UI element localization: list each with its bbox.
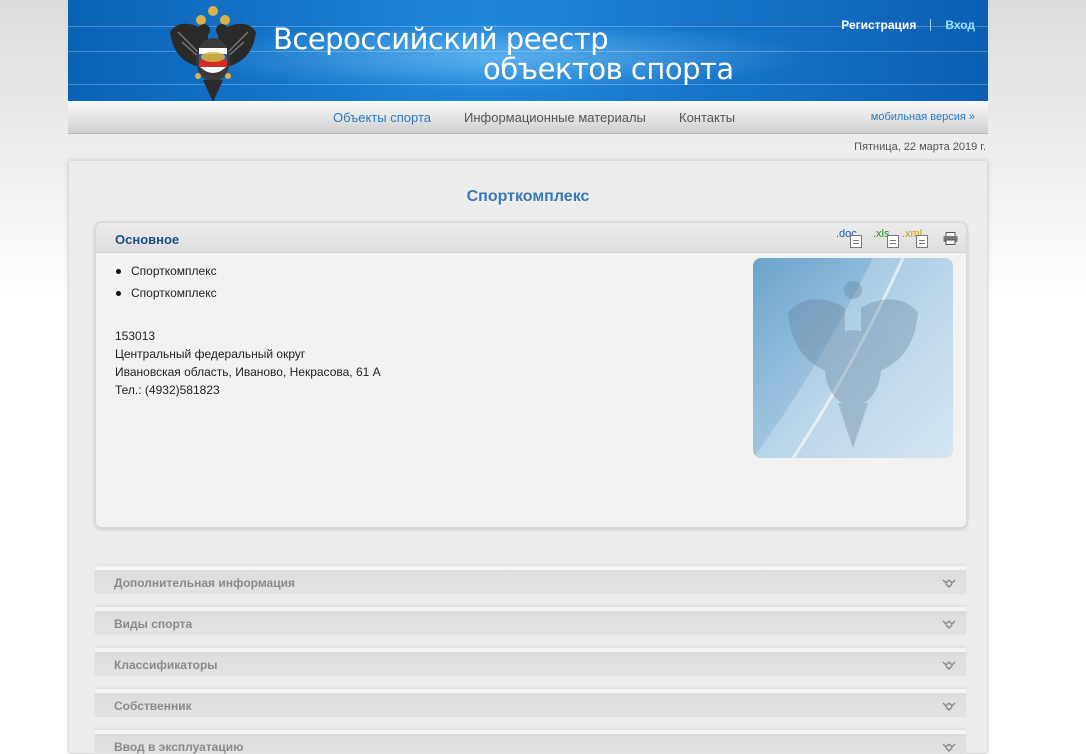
main-nav: Объекты спорта Информационные материалы …	[68, 101, 988, 134]
nav-item-sport-objects[interactable]: Объекты спорта	[333, 110, 431, 125]
site-title-line1: Всероссийский реестр	[273, 22, 609, 56]
chevron-down-icon	[942, 743, 956, 752]
login-link[interactable]: Вход	[945, 18, 975, 32]
section-owner[interactable]: Собственник	[95, 689, 966, 717]
panel-title: Основное	[115, 232, 180, 247]
postal-code: 153013	[115, 329, 156, 343]
section-label: Собственник	[114, 699, 192, 713]
chevron-down-icon	[942, 661, 956, 670]
address-block: 153013 Центральный федеральный округ Ива…	[115, 327, 381, 399]
document-icon	[850, 235, 862, 248]
section-label: Дополнительная информация	[114, 576, 295, 590]
coat-of-arms-logo[interactable]	[168, 2, 258, 101]
list-item: Спорткомплекс	[116, 285, 217, 307]
phone-number: Тел.: (4932)581823	[115, 383, 220, 397]
list-item: Спорткомплекс	[116, 263, 217, 285]
nav-item-contacts[interactable]: Контакты	[679, 110, 735, 125]
document-icon	[887, 235, 899, 248]
section-additional-info[interactable]: Дополнительная информация	[95, 566, 966, 594]
street-address: Ивановская область, Иваново, Некрасова, …	[115, 365, 381, 379]
section-label: Виды спорта	[114, 617, 193, 631]
document-icon	[916, 235, 928, 248]
panel-header: Основное .doc .xls .xml	[96, 223, 966, 253]
section-label: Классификаторы	[114, 658, 218, 672]
nav-item-info-materials[interactable]: Информационные материалы	[464, 110, 646, 125]
section-commissioning[interactable]: Ввод в эксплуатацию	[95, 730, 966, 754]
chevron-down-icon	[942, 620, 956, 629]
type-list: Спорткомплекс Спорткомплекс	[116, 263, 217, 307]
site-header: Всероссийский реестр объектов спорта Рег…	[68, 0, 988, 101]
auth-links: Регистрация Вход	[841, 18, 975, 32]
auth-divider	[930, 19, 932, 31]
object-photo-placeholder	[753, 258, 953, 458]
main-info-panel: Основное .doc .xls .xml Спорткомплекс Сп…	[95, 222, 967, 528]
chevron-down-icon	[942, 702, 956, 711]
section-label: Ввод в эксплуатацию	[114, 740, 244, 754]
page-title: Спорткомплекс	[466, 188, 590, 205]
site-title-line2: объектов спорта	[483, 52, 734, 86]
chevron-down-icon	[942, 579, 956, 588]
mobile-version-link[interactable]: мобильная версия »	[871, 111, 975, 123]
section-sports[interactable]: Виды спорта	[95, 607, 966, 635]
current-date: Пятница, 22 марта 2019 г.	[854, 141, 986, 153]
register-link[interactable]: Регистрация	[841, 18, 916, 32]
section-classifiers[interactable]: Классификаторы	[95, 648, 966, 676]
federal-district: Центральный федеральный округ	[115, 347, 306, 361]
printer-icon[interactable]	[943, 232, 958, 245]
